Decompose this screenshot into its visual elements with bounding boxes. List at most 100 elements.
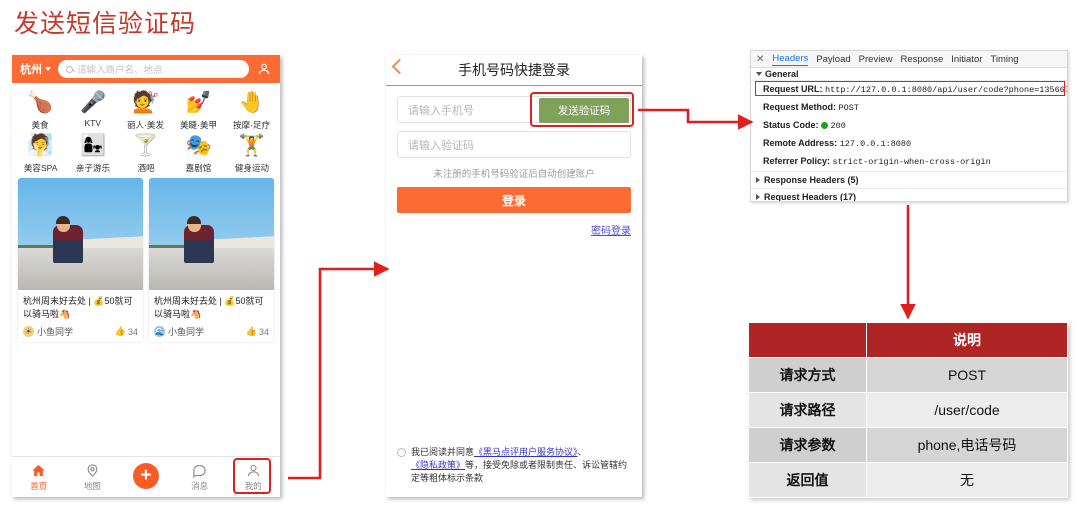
login-title: 手机号码快捷登录 (458, 64, 570, 79)
table-header-col2: 说明 (866, 322, 1068, 358)
response-headers-section[interactable]: Response Headers (5) (751, 171, 1067, 188)
referrer-policy-key: Referrer Policy: (763, 156, 831, 166)
code-input[interactable]: 请输入验证码 (397, 131, 631, 158)
map-pin-icon (85, 463, 100, 479)
phone-input[interactable]: 请输入手机号 发送验证码 (397, 92, 634, 127)
table-row: 返回值 无 (748, 462, 1068, 498)
feed-author-name: 小鱼同学 (37, 327, 74, 337)
category-item[interactable]: 🧖 美容SPA (14, 133, 67, 174)
feed-card[interactable]: 杭州周末好去处 | 💰50就可以骑马啦🐴 ☀ 小鱼同学 👍 34 (18, 178, 143, 342)
spec-value: 无 (866, 462, 1068, 498)
category-label: 酒吧 (137, 163, 155, 173)
spec-key: 请求路径 (748, 392, 867, 428)
spec-key: 请求方式 (748, 357, 867, 393)
table-row: 请求路径 /user/code (748, 392, 1068, 428)
category-item[interactable]: 🎭 嘉剧馆 (172, 133, 225, 174)
feed-like-count: 34 (258, 326, 269, 337)
chevron-right-icon (756, 177, 760, 183)
feed-like-count: 34 (127, 326, 138, 337)
bottom-tab-bar: 首页 地图 + 消息 我的 (12, 456, 280, 497)
agreement-link-privacy[interactable]: 《隐私政策》 (411, 460, 465, 470)
devtools-tab-headers[interactable]: Headers (772, 53, 809, 66)
login-button[interactable]: 登录 (397, 187, 631, 213)
spec-value: /user/code (866, 392, 1068, 428)
tab-messages[interactable]: 消息 (176, 463, 224, 492)
feed-likes[interactable]: 👍 34 (246, 326, 269, 337)
category-icon: 💇 (132, 91, 160, 114)
category-icon: 🤚 (238, 91, 265, 114)
agreement-separator: 、 (577, 447, 587, 457)
password-login-label: 密码登录 (591, 226, 631, 237)
category-item[interactable]: 🏋 健身运动 (225, 133, 278, 174)
search-placeholder: 请输入商户名、地点 (77, 65, 163, 76)
avatar: ☀ (23, 326, 34, 337)
category-item[interactable]: 🍗 美食 (14, 90, 67, 131)
category-item[interactable]: 🎤 KTV (67, 90, 120, 131)
category-grid: 🍗 美食 🎤 KTV 💇 丽人·美发 💅 美睫·美甲 🤚 按摩·足疗 🧖 美容S… (12, 83, 280, 178)
remote-address-key: Remote Address: (763, 138, 838, 148)
chevron-right-icon (756, 194, 760, 200)
general-section-header[interactable]: General (751, 68, 1067, 81)
agreement-link-service[interactable]: 《黑马点评用户服务协议》 (474, 447, 578, 457)
category-item[interactable]: 🤚 按摩·足疗 (225, 90, 278, 131)
close-icon[interactable]: ✕ (756, 54, 764, 65)
agreement-text: 我已阅读并同意《黑马点评用户服务协议》、《隐私政策》等，接受免除或者限制责任、诉… (411, 446, 632, 485)
devtools-tab-payload[interactable]: Payload (816, 54, 850, 65)
user-icon[interactable] (256, 61, 272, 77)
feed-author[interactable]: 🌊 小鱼同学 (154, 325, 204, 338)
request-url-highlight-box (755, 81, 1065, 96)
category-item[interactable]: 💇 丽人·美发 (120, 90, 173, 131)
search-icon (66, 65, 73, 73)
category-item[interactable]: 🍸 酒吧 (120, 133, 173, 174)
thumbs-up-icon: 👍 (245, 326, 257, 336)
arrow-profile-to-login (288, 261, 390, 480)
phone-app-screenshot: 杭州 请输入商户名、地点 🍗 美食 🎤 KTV 💇 丽人·美发 💅 美睫·美甲 … (12, 55, 280, 497)
page-title: 发送短信验证码 (14, 11, 197, 38)
category-item[interactable]: 👩‍👧 亲子游乐 (67, 133, 120, 174)
login-button-label: 登录 (501, 193, 526, 208)
city-selector[interactable]: 杭州 (20, 61, 51, 77)
category-label: 丽人·美发 (127, 120, 165, 130)
plus-icon: + (132, 463, 159, 489)
category-label: 美睫·美甲 (180, 120, 218, 130)
table-header-row: 说明 (748, 322, 1068, 358)
status-code-value: 200 (830, 121, 846, 131)
category-label: 美食 (31, 120, 49, 130)
category-icon: 🎭 (185, 134, 212, 157)
category-label: 健身运动 (234, 163, 269, 173)
devtools-tab-timing[interactable]: Timing (990, 54, 1018, 65)
profile-tab-highlight-box (233, 458, 271, 494)
password-login-link[interactable]: 密码登录 (397, 222, 631, 237)
feed-card[interactable]: 杭州周末好去处 | 💰50就可以骑马啦🐴 🌊 小鱼同学 👍 34 (149, 178, 274, 342)
referrer-policy-value: strict-origin-when-cross-origin (832, 157, 991, 167)
agreement-checkbox[interactable] (397, 448, 406, 457)
devtools-tab-initiator[interactable]: Initiator (951, 54, 982, 65)
category-icon: 🧖 (27, 134, 54, 157)
category-label: 按摩·足疗 (233, 120, 271, 130)
login-screenshot: 手机号码快捷登录 请输入手机号 发送验证码 请输入验证码 未注册的手机号码验证后… (386, 55, 642, 497)
category-icon: 🍗 (27, 91, 54, 114)
feed-likes[interactable]: 👍 34 (115, 326, 138, 337)
status-code-key: Status Code: (763, 120, 819, 130)
category-item[interactable]: 💅 美睫·美甲 (172, 90, 225, 131)
code-input-placeholder: 请输入验证码 (408, 139, 474, 152)
tab-home-label: 首页 (30, 480, 48, 491)
category-label: 亲子游乐 (76, 163, 111, 173)
spec-value: POST (866, 357, 1068, 393)
send-code-highlight-box (530, 92, 634, 127)
remote-address-value: 127.0.0.1:8080 (839, 139, 912, 149)
devtools-tab-response[interactable]: Response (900, 54, 943, 65)
tab-add[interactable]: + (122, 463, 170, 491)
feed-author-name: 小鱼同学 (168, 327, 205, 337)
city-label: 杭州 (20, 64, 42, 76)
tab-home[interactable]: 首页 (15, 463, 63, 492)
feed-list: 杭州周末好去处 | 💰50就可以骑马啦🐴 ☀ 小鱼同学 👍 34 杭州周末好去处… (12, 178, 280, 342)
request-headers-section[interactable]: Request Headers (17) (751, 188, 1067, 201)
search-input[interactable]: 请输入商户名、地点 (58, 60, 249, 78)
feed-author[interactable]: ☀ 小鱼同学 (23, 325, 73, 338)
home-icon (31, 463, 46, 479)
tab-map[interactable]: 地图 (68, 463, 116, 492)
devtools-tab-preview[interactable]: Preview (859, 54, 893, 65)
status-ok-icon (821, 122, 829, 129)
tab-map-label: 地图 (83, 480, 101, 491)
